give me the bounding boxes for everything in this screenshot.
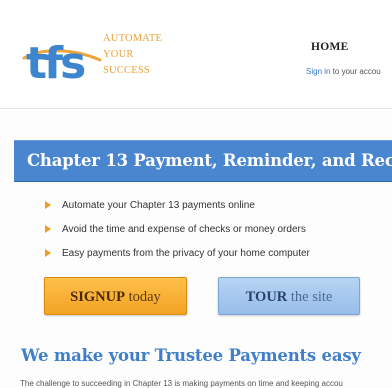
signup-label-bold: SIGNUP — [70, 289, 125, 305]
signup-button[interactable]: SIGNUP today — [44, 277, 187, 315]
bullet-arrow-icon — [45, 225, 51, 233]
tagline-line: AUTOMATE — [103, 33, 163, 44]
tagline: AUTOMATE YOUR SUCCESS — [103, 31, 162, 79]
signin-link[interactable]: Sign in — [306, 67, 330, 76]
section-body-text: The challenge to succeeding in Chapter 1… — [20, 379, 343, 388]
tagline-line: YOUR — [103, 49, 134, 60]
feature-text: Easy payments from the privacy of your h… — [62, 248, 310, 259]
signin-line: Sign in to your accou — [306, 67, 381, 76]
feature-list: Automate your Chapter 13 payments online… — [45, 199, 310, 271]
title-banner: Chapter 13 Payment, Reminder, and Record… — [14, 140, 392, 182]
feature-text: Avoid the time and expense of checks or … — [62, 224, 306, 235]
section-headline: We make your Trustee Payments easy — [21, 346, 361, 365]
tour-button[interactable]: TOUR the site — [218, 277, 360, 315]
feature-text: Automate your Chapter 13 payments online — [62, 200, 255, 211]
signin-text: to your accou — [330, 67, 381, 76]
bullet-arrow-icon — [45, 249, 51, 257]
page: tfs AUTOMATE YOUR SUCCESS HOME Sign in t… — [0, 0, 392, 388]
banner-title: Chapter 13 Payment, Reminder, and Record… — [27, 151, 392, 170]
list-item: Easy payments from the privacy of your h… — [45, 247, 310, 271]
logo-text: tfs — [26, 38, 85, 86]
header-divider — [0, 108, 392, 109]
bullet-arrow-icon — [45, 201, 51, 209]
tfs-logo[interactable]: tfs — [22, 30, 102, 86]
tagline-line: SUCCESS — [103, 65, 150, 76]
nav-home-link[interactable]: HOME — [311, 41, 349, 53]
signup-label-light: today — [124, 289, 161, 305]
list-item: Automate your Chapter 13 payments online — [45, 199, 310, 223]
list-item: Avoid the time and expense of checks or … — [45, 223, 310, 247]
site-header: tfs AUTOMATE YOUR SUCCESS HOME Sign in t… — [0, 0, 392, 110]
tour-label-bold: TOUR — [245, 289, 288, 305]
tour-label-light: the site — [287, 289, 333, 305]
